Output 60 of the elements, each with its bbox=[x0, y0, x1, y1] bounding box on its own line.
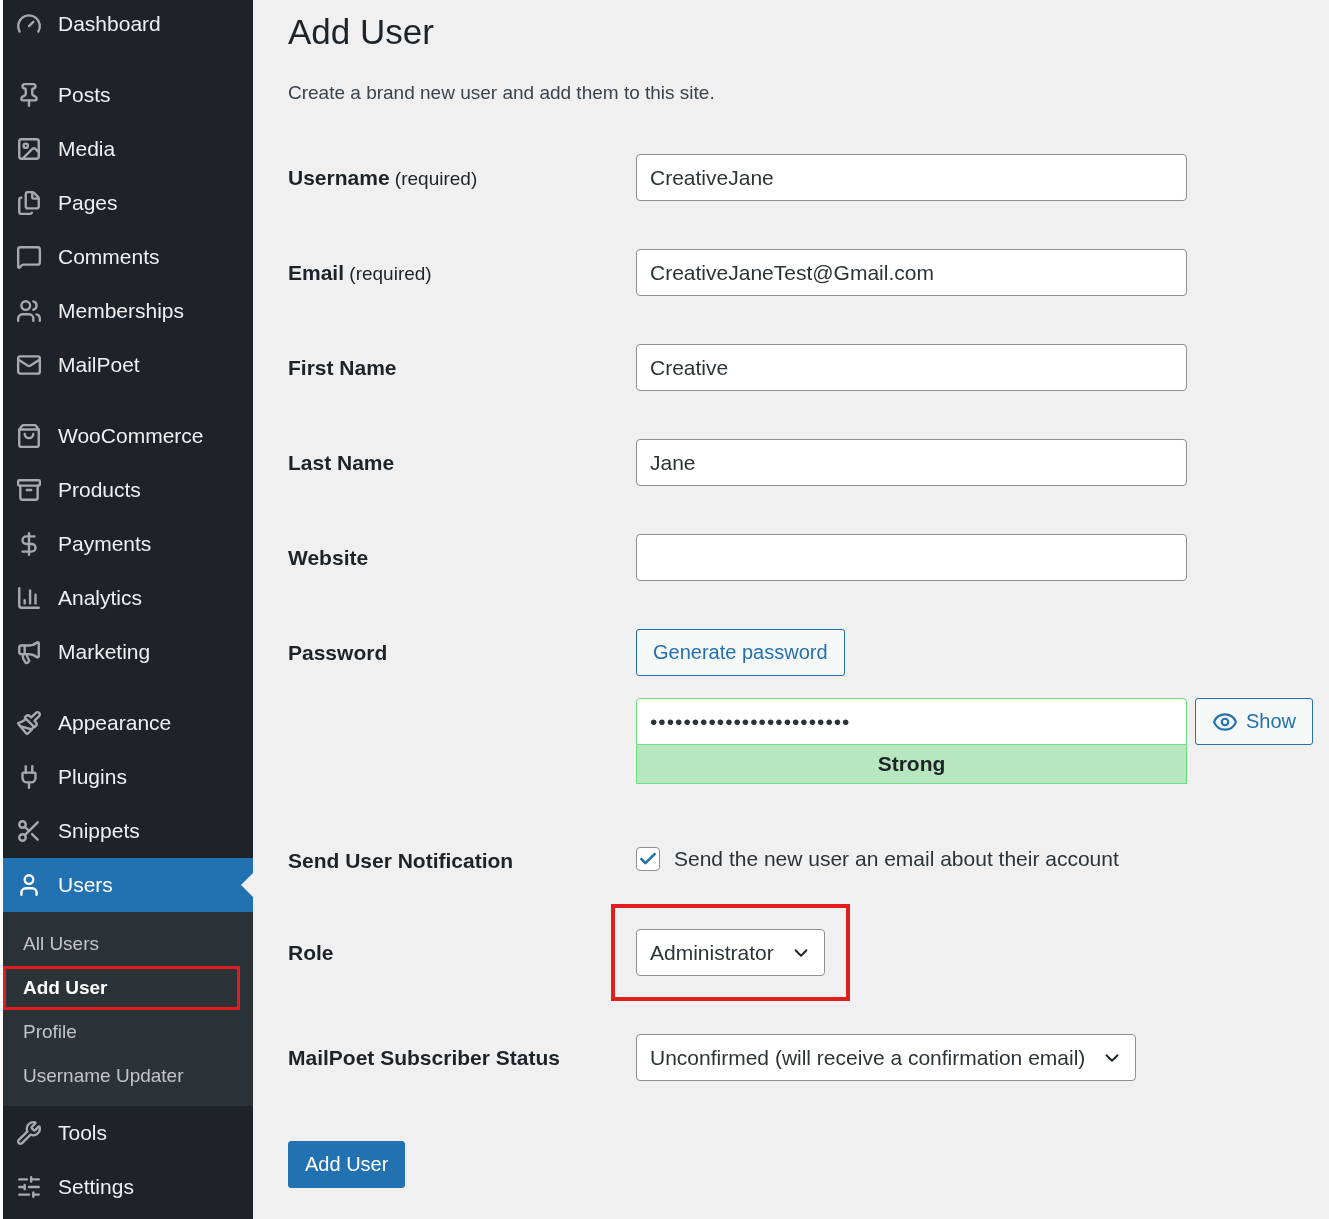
menu-item[interactable]: Memberships bbox=[3, 284, 253, 338]
menu-item[interactable]: Posts bbox=[3, 68, 253, 122]
menu-item[interactable]: WooCommerce bbox=[3, 409, 253, 463]
field-label: Password bbox=[288, 640, 389, 666]
submenu-item[interactable]: Username Updater bbox=[3, 1054, 240, 1098]
field-label: Username (required) bbox=[288, 165, 479, 191]
dropdown[interactable]: Unconfirmed (will receive a confirmation email) bbox=[636, 1034, 1137, 1081]
pages-icon bbox=[16, 190, 42, 216]
generate-password-button[interactable]: Generate password bbox=[636, 629, 845, 676]
password-strength-meter: Strong bbox=[636, 745, 1187, 784]
field-label: Email (required) bbox=[288, 260, 433, 286]
field-label: First Name bbox=[288, 355, 398, 381]
show-password-button[interactable]: Show bbox=[1195, 698, 1314, 745]
field-label: Website bbox=[288, 545, 370, 571]
text-field[interactable] bbox=[636, 534, 1187, 581]
field-label: Role bbox=[288, 940, 335, 966]
menu-item[interactable]: Pages bbox=[3, 176, 253, 230]
archive-box-icon bbox=[16, 477, 42, 503]
menu-item[interactable]: Marketing bbox=[3, 625, 253, 679]
password-field[interactable]: •••••••••••••••••••••••• bbox=[636, 698, 1187, 745]
dropdown[interactable]: Administrator bbox=[636, 929, 825, 976]
text-field[interactable]: Creative bbox=[636, 344, 1187, 391]
page-description: Create a brand new user and add them to this site. bbox=[288, 82, 716, 104]
field-label: MailPoet Subscriber Status bbox=[288, 1045, 561, 1071]
bar-chart-icon bbox=[16, 585, 42, 611]
menu-item[interactable]: MailPoet bbox=[3, 338, 253, 392]
menu-item[interactable]: Snippets bbox=[3, 804, 253, 858]
menu-item[interactable]: Tools bbox=[3, 1106, 253, 1160]
field-label: Send User Notification bbox=[288, 848, 515, 874]
menu-item[interactable]: Payments bbox=[3, 517, 253, 571]
scissors-icon bbox=[16, 818, 42, 844]
menu-item[interactable]: Settings bbox=[3, 1160, 253, 1214]
text-field[interactable]: CreativeJane bbox=[636, 154, 1187, 201]
checkbox[interactable] bbox=[636, 847, 660, 871]
people-icon bbox=[16, 298, 42, 324]
text-field[interactable]: Jane bbox=[636, 439, 1187, 486]
field-label: Last Name bbox=[288, 450, 396, 476]
menu-item[interactable]: Appearance bbox=[3, 696, 253, 750]
menu-item[interactable]: Plugins bbox=[3, 750, 253, 804]
submenu-item[interactable]: Add User bbox=[3, 966, 240, 1010]
image-icon bbox=[16, 136, 42, 162]
megaphone-icon bbox=[16, 639, 42, 665]
menu-item[interactable]: Analytics bbox=[3, 571, 253, 625]
wrench-icon bbox=[16, 1120, 42, 1146]
shopping-bag-icon bbox=[16, 423, 42, 449]
sliders-icon bbox=[16, 1174, 42, 1200]
speech-bubble-icon bbox=[16, 244, 42, 270]
envelope-icon bbox=[16, 352, 42, 378]
menu-item[interactable]: Users bbox=[3, 858, 253, 912]
menu-item[interactable]: Dashboard bbox=[3, 0, 253, 51]
paintbrush-icon bbox=[16, 710, 42, 736]
menu-item[interactable]: Media bbox=[3, 122, 253, 176]
submenu-item[interactable]: Profile bbox=[3, 1010, 240, 1054]
submenu-item[interactable]: All Users bbox=[3, 922, 240, 966]
menu-item[interactable]: Products bbox=[3, 463, 253, 517]
checkbox-label: Send the new user an email about their account bbox=[674, 847, 1119, 871]
text-field[interactable]: CreativeJaneTest@Gmail.com bbox=[636, 249, 1187, 296]
add-user-button[interactable]: Add User bbox=[288, 1141, 406, 1188]
menu-item[interactable]: Comments bbox=[3, 230, 253, 284]
page-title: Add User bbox=[288, 11, 435, 53]
